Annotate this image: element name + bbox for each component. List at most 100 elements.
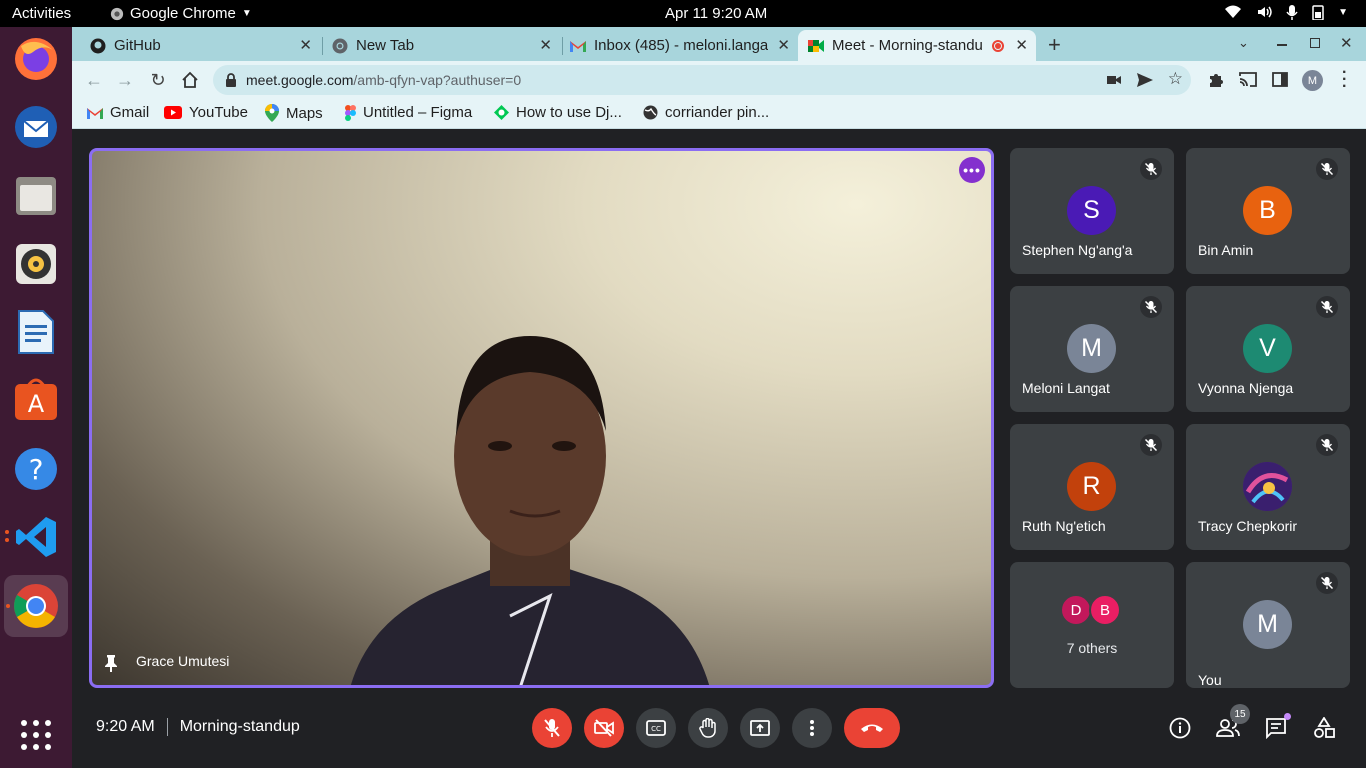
more-vert-icon xyxy=(810,720,814,736)
camera-in-use-icon[interactable] xyxy=(1107,74,1121,86)
leave-call-button[interactable] xyxy=(844,708,900,748)
bookmark-maps[interactable]: Maps xyxy=(265,104,323,122)
new-tab-button[interactable]: + xyxy=(1048,32,1061,58)
chrome-icon[interactable] xyxy=(4,575,68,637)
participant-tile[interactable]: Tracy Chepkorir xyxy=(1186,424,1350,550)
participant-tile[interactable]: R Ruth Ng'etich xyxy=(1010,424,1174,550)
url-path: /amb-qfyn-vap?authuser=0 xyxy=(353,72,522,88)
activities-button[interactable]: Activities xyxy=(12,5,71,22)
participant-tile[interactable]: V Vyonna Njenga xyxy=(1186,286,1350,412)
avatar: V xyxy=(1243,324,1292,373)
home-icon[interactable] xyxy=(179,69,201,91)
youtube-icon xyxy=(164,106,182,119)
svg-text:?: ? xyxy=(29,453,44,486)
present-screen-button[interactable] xyxy=(740,708,780,748)
activities-shapes-icon xyxy=(1314,717,1335,738)
chrome-icon xyxy=(110,7,124,20)
app-menu-label: Google Chrome xyxy=(130,5,236,22)
window-close-icon[interactable]: ✕ xyxy=(1340,34,1353,52)
forward-icon[interactable]: → xyxy=(114,69,136,91)
raise-hand-icon xyxy=(699,718,716,738)
app-menu[interactable]: Google Chrome ▼ xyxy=(110,5,252,22)
raise-hand-button[interactable] xyxy=(688,708,728,748)
vscode-icon[interactable] xyxy=(5,513,60,561)
reload-icon[interactable]: ↻ xyxy=(147,69,169,91)
camera-toggle-button[interactable] xyxy=(584,708,624,748)
side-panel-icon[interactable] xyxy=(1272,72,1288,87)
captions-button[interactable]: CC xyxy=(636,708,676,748)
microphone-muted-icon xyxy=(1316,434,1338,456)
more-options-button[interactable] xyxy=(792,708,832,748)
chevron-down-icon: ▼ xyxy=(241,8,252,19)
tab-inbox[interactable]: Inbox (485) - meloni.langa ✕ xyxy=(560,30,798,61)
back-icon[interactable]: ← xyxy=(83,69,105,91)
chat-button[interactable] xyxy=(1264,713,1291,740)
close-icon[interactable]: ✕ xyxy=(777,36,790,54)
avatar xyxy=(1243,462,1292,511)
tab-github[interactable]: GitHub ✕ xyxy=(80,30,320,61)
pin-icon[interactable] xyxy=(104,654,118,672)
bookmark-gmail[interactable]: Gmail xyxy=(87,104,149,121)
url-host: meet.google.com xyxy=(246,72,354,88)
avatar: R xyxy=(1067,462,1116,511)
participant-name: Bin Amin xyxy=(1198,242,1254,258)
bookmark-figma[interactable]: Untitled – Figma xyxy=(345,104,472,121)
activities-button[interactable] xyxy=(1312,716,1336,740)
files-icon[interactable] xyxy=(12,172,60,220)
tab-new-tab[interactable]: New Tab ✕ xyxy=(322,30,560,61)
software-icon[interactable]: A xyxy=(12,376,60,424)
more-options-icon[interactable]: ••• xyxy=(959,157,985,183)
avatar: M xyxy=(1067,324,1116,373)
minimize-icon[interactable] xyxy=(1277,44,1287,46)
others-count-label: 7 others xyxy=(1066,640,1118,656)
participant-tile[interactable]: S Stephen Ng'ang'a xyxy=(1010,148,1174,274)
maximize-icon[interactable] xyxy=(1310,38,1320,48)
system-top-bar: Activities Google Chrome ▼ Apr 11 9:20 A… xyxy=(0,0,1366,27)
tab-search-chevron-icon[interactable]: ⌄ xyxy=(1238,35,1249,51)
thunderbird-icon[interactable] xyxy=(12,103,60,151)
bookmark-youtube[interactable]: YouTube xyxy=(164,104,248,121)
send-icon[interactable] xyxy=(1137,73,1153,87)
bookmark-how-to-use[interactable]: How to use Dj... xyxy=(494,104,622,121)
microphone-toggle-button[interactable] xyxy=(532,708,572,748)
close-icon[interactable]: ✕ xyxy=(1015,36,1028,54)
participant-tile[interactable]: B Bin Amin xyxy=(1186,148,1350,274)
tab-meet[interactable]: Meet - Morning-standu ✕ xyxy=(798,30,1036,61)
main-video-tile[interactable]: ••• Grace Umutesi xyxy=(89,148,994,688)
wifi-icon xyxy=(1225,5,1242,18)
microphone-off-icon xyxy=(544,719,560,737)
avatar: M xyxy=(1243,600,1292,649)
writer-icon[interactable] xyxy=(12,308,60,356)
avatar: D xyxy=(1060,594,1092,626)
meeting-details-button[interactable] xyxy=(1168,716,1192,740)
participant-tile[interactable]: M You xyxy=(1186,562,1350,688)
close-icon[interactable]: ✕ xyxy=(299,36,312,54)
extensions-icon[interactable] xyxy=(1208,72,1224,88)
help-icon[interactable]: ? xyxy=(12,445,60,493)
people-button[interactable]: 15 xyxy=(1216,704,1250,740)
others-tile[interactable]: DB 7 others xyxy=(1010,562,1174,688)
menu-kebab-icon[interactable]: · · · xyxy=(1342,65,1347,95)
globe-icon xyxy=(643,105,658,120)
system-tray[interactable]: ▼ xyxy=(1224,4,1348,20)
bookmark-star-icon[interactable]: ☆ xyxy=(1168,69,1183,89)
cast-icon[interactable] xyxy=(1239,72,1257,87)
bookmark-corriander[interactable]: corriander pin... xyxy=(643,104,769,121)
participant-tile[interactable]: M Meloni Langat xyxy=(1010,286,1174,412)
microphone-muted-icon xyxy=(1140,158,1162,180)
profile-avatar[interactable]: M xyxy=(1302,70,1323,91)
present-screen-icon xyxy=(750,720,770,736)
firefox-icon[interactable] xyxy=(12,35,60,83)
close-icon[interactable]: ✕ xyxy=(539,36,552,54)
address-bar[interactable]: meet.google.com/amb-qfyn-vap?authuser=0 … xyxy=(213,65,1191,95)
apps-grid-icon[interactable] xyxy=(12,711,60,759)
clock[interactable]: Apr 11 9:20 AM xyxy=(665,5,767,22)
bookmark-label: Gmail xyxy=(110,104,150,121)
chat-icon xyxy=(1266,718,1286,739)
volume-icon xyxy=(1258,6,1272,18)
tab-label: Meet - Morning-standu xyxy=(832,37,983,54)
participant-name: Tracy Chepkorir xyxy=(1198,518,1298,534)
rhythmbox-icon[interactable] xyxy=(12,240,60,288)
microphone-muted-icon xyxy=(1316,296,1338,318)
tab-strip: GitHub ✕ New Tab ✕ Inbox (485) - meloni.… xyxy=(72,27,1366,61)
